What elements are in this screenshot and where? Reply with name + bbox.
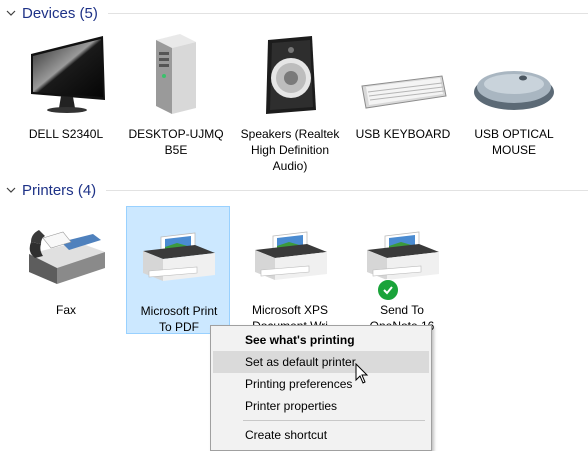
menu-item-set-as-default-printer[interactable]: Set as default printer [213,351,429,373]
device-label: Speakers (Realtek High Definition Audio) [240,127,340,173]
group-divider [106,189,588,191]
mouse-cursor-icon [355,363,369,384]
device-label: DESKTOP-UJMQ B5E [128,127,224,157]
device-label: DELL S2340L [28,127,104,141]
printers-group-title: Printers (4) [22,181,97,199]
printer-icon [367,231,439,280]
printer-label: Fax [55,303,76,317]
device-mouse[interactable]: USB OPTICAL MOUSE [462,30,566,160]
devices-group-header[interactable]: Devices (5) [0,2,588,24]
device-speaker[interactable]: Speakers (Realtek High Definition Audio) [238,30,342,173]
chevron-down-icon[interactable] [3,182,19,198]
menu-item-see-whats-printing[interactable]: See what's printing [213,329,429,351]
mouse-icon [474,71,554,110]
printer-microsoft-print-to-pdf[interactable]: Microsoft Print To PDF [126,206,230,334]
printers-group-header[interactable]: Printers (4) [0,179,588,201]
menu-item-printing-preferences[interactable]: Printing preferences [213,373,429,395]
printer-microsoft-xps[interactable]: Microsoft XPSDocument Wri [238,206,342,334]
device-label: USB KEYBOARD [355,127,451,141]
group-divider [107,12,588,14]
device-computer[interactable]: DESKTOP-UJMQ B5E [124,30,228,160]
device-monitor[interactable]: DELL S2340L [14,30,118,141]
fax-icon [29,230,105,284]
computer-tower-icon [156,34,196,114]
menu-item-printer-properties[interactable]: Printer properties [213,395,429,417]
default-printer-check-icon [377,279,399,301]
context-menu: See what's printing Set as default print… [210,325,432,451]
menu-separator [243,420,425,421]
printer-send-to-onenote[interactable]: Send ToOneNote 16 [350,206,454,334]
device-keyboard[interactable]: USB KEYBOARD [351,30,455,141]
printer-icon [143,232,215,281]
device-label: USB OPTICAL MOUSE [474,127,554,157]
printer-fax[interactable]: Fax [14,206,118,326]
keyboard-icon [361,75,447,109]
printer-icon [255,231,327,280]
menu-item-create-shortcut[interactable]: Create shortcut [213,424,429,446]
monitor-icon [31,36,105,113]
devices-group-title: Devices (5) [22,4,98,22]
chevron-down-icon[interactable] [3,5,19,21]
speaker-icon [266,36,316,114]
